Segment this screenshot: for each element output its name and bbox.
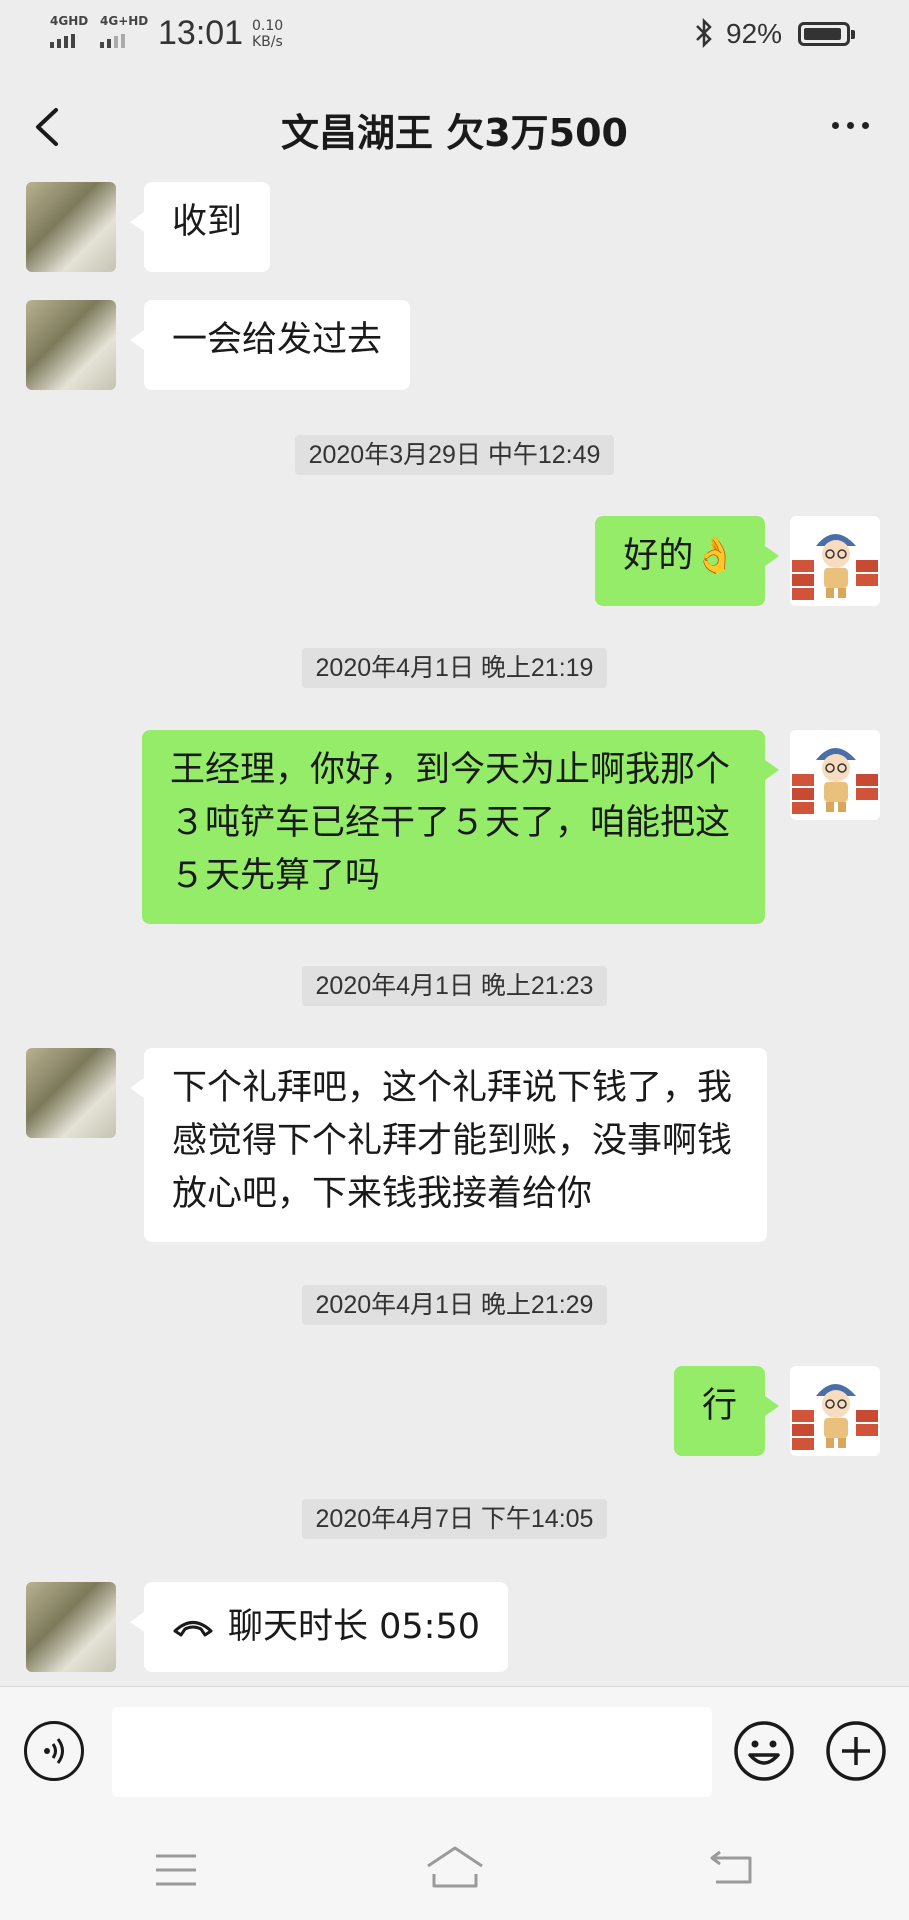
message-bubble[interactable]: 好的👌 — [595, 516, 779, 606]
plus-circle-icon[interactable] — [824, 1719, 888, 1783]
clock: 13:01 — [158, 14, 244, 52]
network-speed-value: 0.10 — [252, 18, 284, 34]
bluetooth-icon — [696, 18, 712, 48]
ok-hand-emoji: 👌 — [693, 536, 737, 576]
message-bubble[interactable]: 下个礼拜吧，这个礼拜说下钱了，我感觉得下个礼拜才能到账，没事啊钱放心吧，下来钱我… — [130, 1048, 767, 1242]
signal-label-2: 4G+HD — [100, 14, 149, 28]
my-avatar[interactable] — [790, 1366, 880, 1456]
timestamp: 2020年4月1日 晚上21:23 — [0, 966, 909, 1006]
contact-avatar[interactable] — [26, 1582, 116, 1672]
battery-fill — [804, 28, 841, 40]
cartoon-boy-icon — [792, 1384, 878, 1450]
message-bubble[interactable]: 行 — [673, 1366, 780, 1456]
battery-icon — [798, 22, 855, 46]
status-bar: 4GHD 4G+HD 13:01 0.10 KB/s 92% — [0, 0, 909, 72]
phone-handset-icon — [173, 1621, 213, 1637]
more-dots-icon[interactable] — [832, 122, 869, 129]
network-speed: 0.10 KB/s — [252, 18, 283, 50]
contact-avatar[interactable] — [26, 300, 116, 390]
my-avatar[interactable] — [790, 516, 880, 606]
message-bubble[interactable]: 一会给发过去 — [129, 300, 411, 390]
message-list[interactable]: 收到 一会给发过去 2020年3月29日 中午12:49 好的👌 2020年4月… — [0, 182, 909, 1682]
timestamp-text: 2020年4月1日 晚上21:19 — [301, 648, 608, 688]
timestamp-text: 2020年4月1日 晚上21:23 — [301, 966, 608, 1006]
timestamp-text: 2020年4月1日 晚上21:29 — [301, 1285, 608, 1325]
emoji-icon[interactable] — [732, 1719, 796, 1783]
message-bubble[interactable]: 王经理，你好，到今天为止啊我那个３吨铲车已经干了５天了，咱能把这５天先算了吗 — [142, 730, 779, 924]
timestamp: 2020年4月1日 晚上21:19 — [0, 648, 909, 688]
contact-avatar[interactable] — [26, 1048, 116, 1138]
chat-title: 文昌湖王 欠3万500 — [281, 111, 628, 155]
voice-waves-icon — [44, 1738, 64, 1764]
timestamp-text: 2020年3月29日 中午12:49 — [294, 435, 615, 475]
timestamp: 2020年3月29日 中午12:49 — [0, 435, 909, 475]
home-icon[interactable] — [424, 1844, 486, 1890]
message-input[interactable] — [112, 1707, 712, 1797]
timestamp: 2020年4月1日 晚上21:29 — [0, 1285, 909, 1325]
battery-percent: 92% — [726, 18, 783, 49]
message-text: 好的 — [623, 536, 694, 576]
network-speed-unit: KB/s — [252, 34, 283, 50]
back-arrow-icon[interactable] — [708, 1848, 754, 1888]
signal-bars-1-icon — [50, 34, 75, 48]
my-avatar[interactable] — [790, 730, 880, 820]
chat-header: 文昌湖王 欠3万500 — [0, 72, 909, 182]
system-nav-bar — [0, 1814, 909, 1920]
menu-icon[interactable] — [154, 1852, 198, 1888]
signal-label-1: 4GHD — [50, 14, 89, 28]
call-duration-text: 聊天时长 05:50 — [228, 1606, 480, 1647]
signal-bars-2-icon — [100, 34, 125, 48]
input-bar — [0, 1686, 909, 1815]
cartoon-boy-icon — [792, 748, 878, 814]
cartoon-boy-icon — [792, 534, 878, 600]
message-bubble[interactable]: 收到 — [129, 182, 271, 272]
contact-avatar[interactable] — [26, 182, 116, 272]
timestamp: 2020年4月7日 下午14:05 — [0, 1499, 909, 1539]
call-record-bubble[interactable]: 聊天时长 05:50 — [130, 1582, 508, 1672]
voice-icon[interactable] — [24, 1721, 84, 1781]
timestamp-text: 2020年4月7日 下午14:05 — [301, 1499, 608, 1539]
